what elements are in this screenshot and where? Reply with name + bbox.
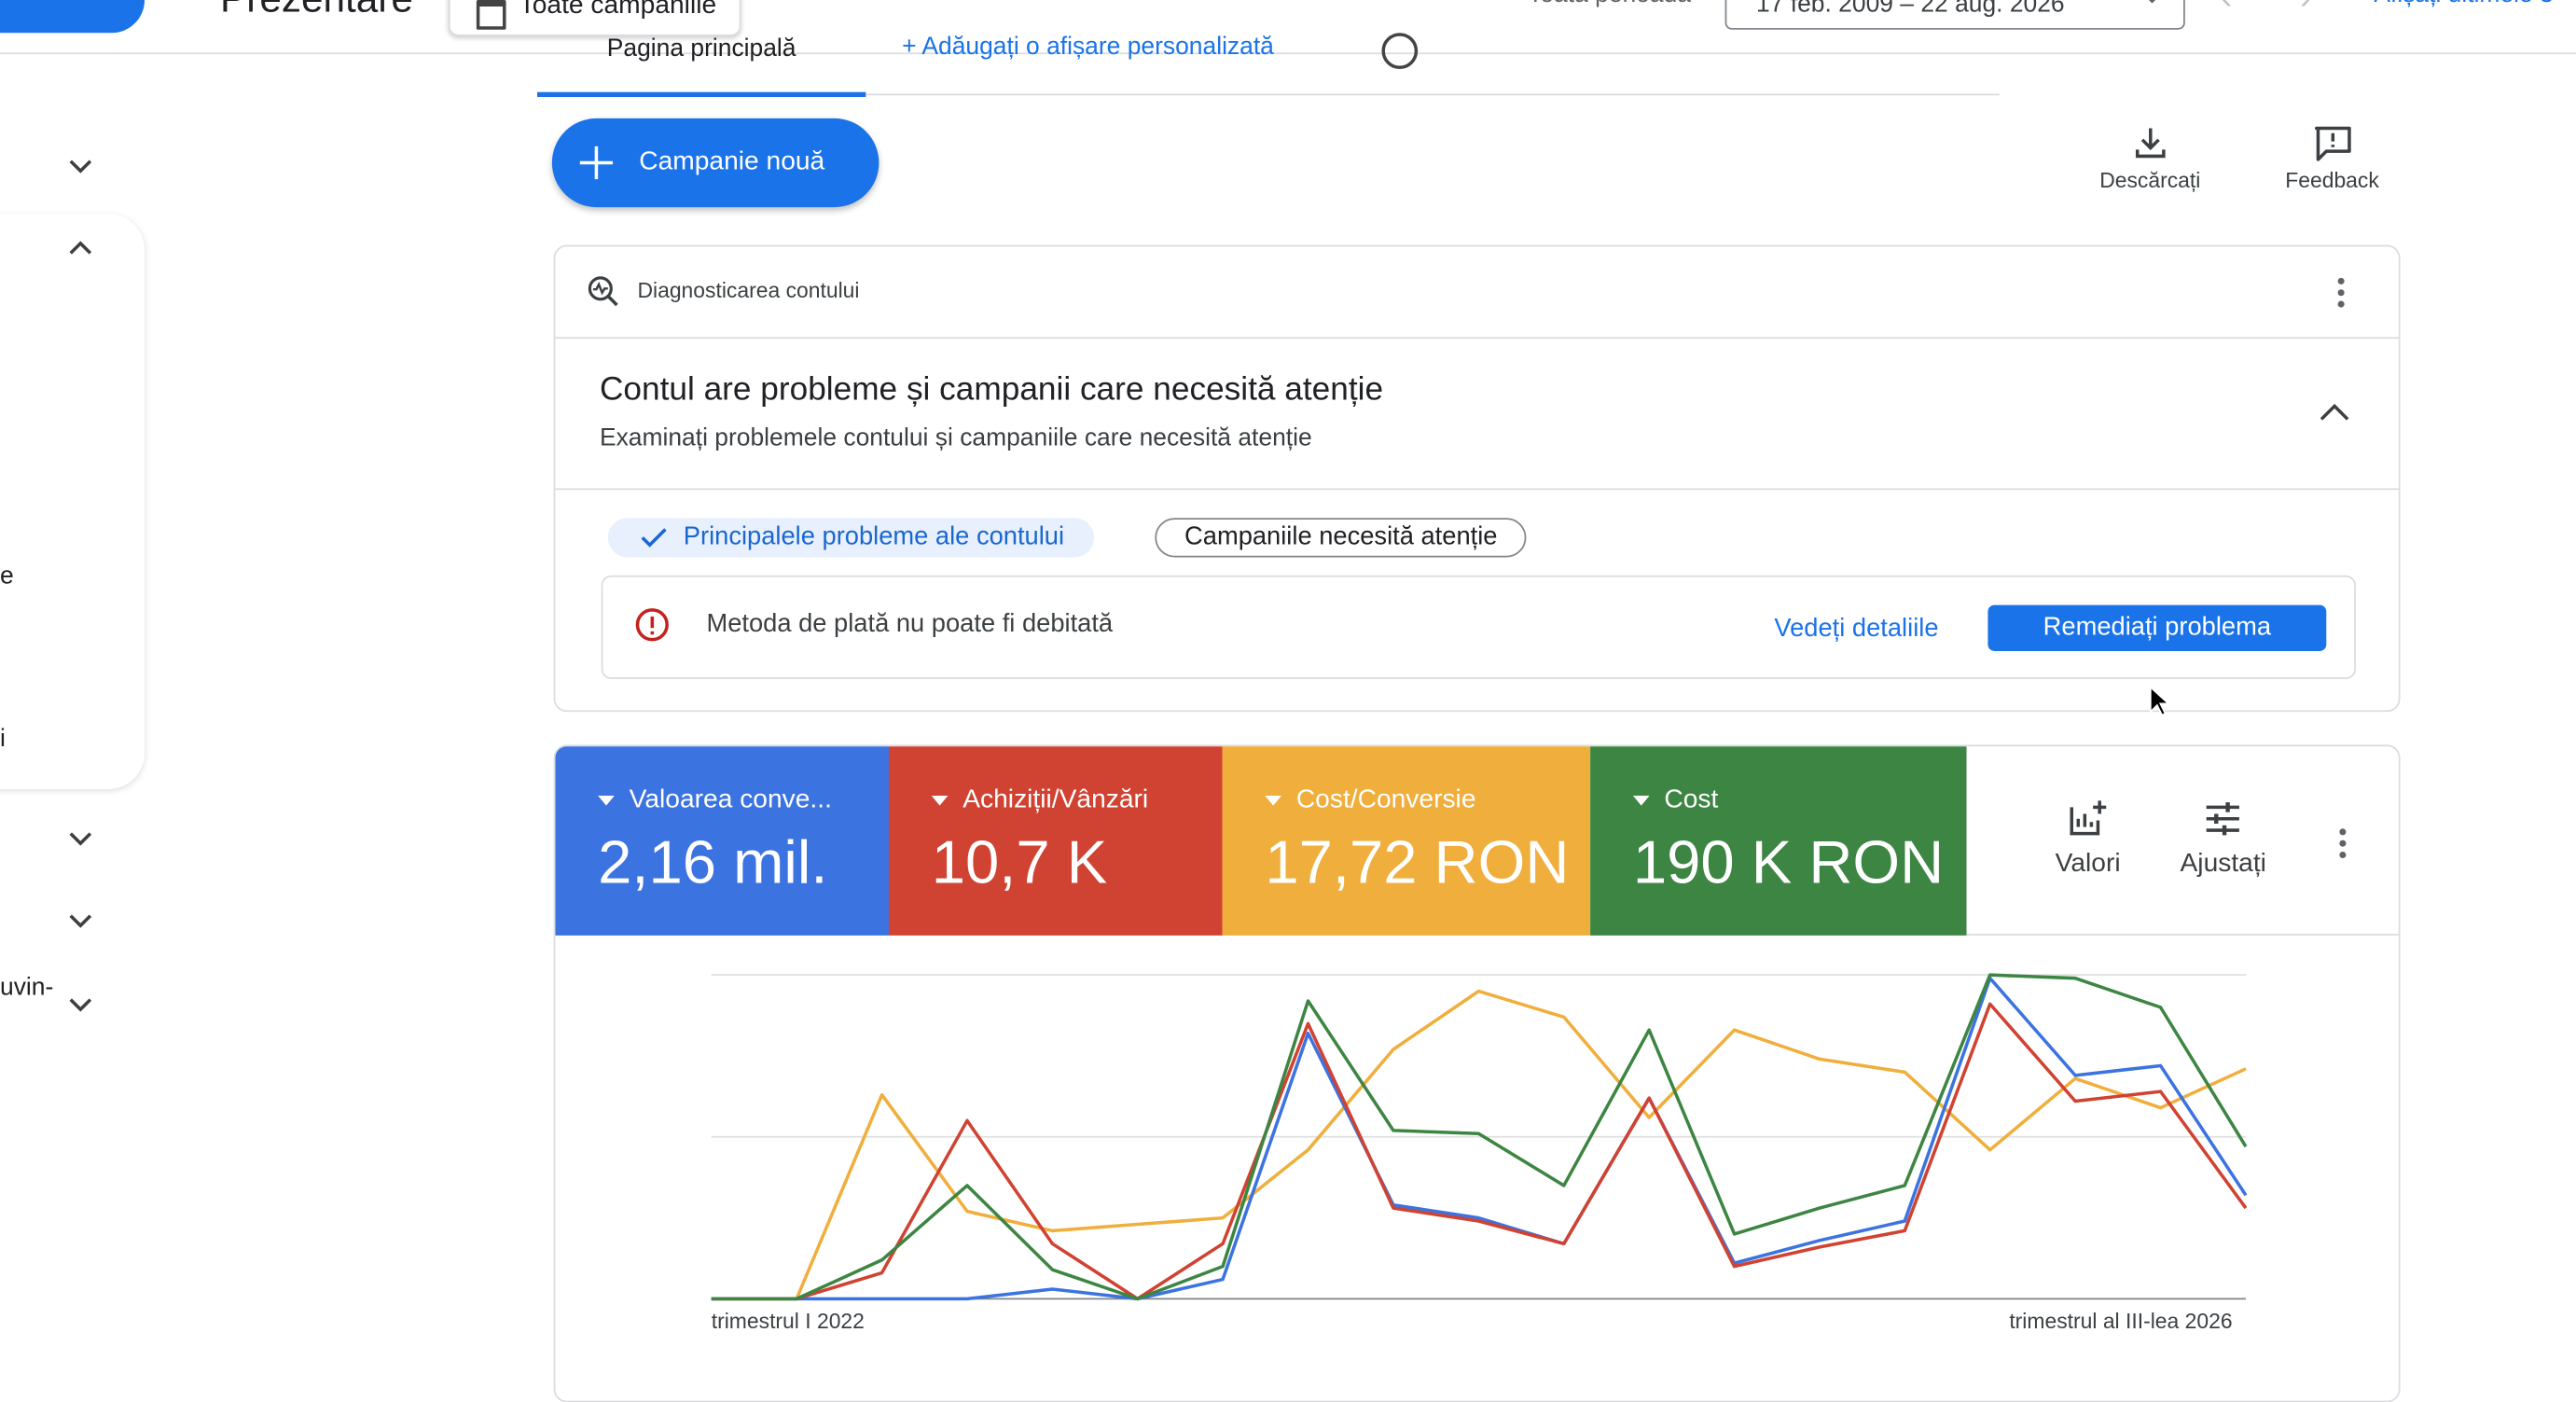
diagnostics-card: Diagnosticarea contului Contul are probl… — [553, 244, 2401, 713]
issue-text: Metoda de plată nu poate fi debitată — [706, 609, 1114, 638]
tab-main[interactable]: Pagina principală — [537, 33, 866, 97]
metric-value: 10,7 K — [931, 828, 1108, 896]
chevron-right-icon[interactable]: › — [2300, 0, 2311, 18]
chart-add-icon — [2070, 800, 2106, 836]
feedback-button[interactable]: Feedback — [2285, 125, 2379, 192]
chevron-left-icon[interactable]: ‹ — [2222, 0, 2233, 18]
date-range-selector[interactable]: 17 feb. 2009 – 22 aug. 2026 — [1724, 0, 2185, 30]
tab-bar: Pagina principală + Adăugați o afișare p… — [537, 33, 2000, 97]
adjust-button[interactable]: Ajustați — [2181, 799, 2266, 880]
fix-problem-button[interactable]: Remediați problema — [1987, 604, 2327, 651]
metric-tile-purchases[interactable]: Achiziții/Vânzări 10,7 K — [888, 746, 1223, 936]
chevron-down-icon[interactable] — [69, 993, 92, 1017]
metric-value: 190 K RON — [1632, 828, 1945, 896]
metric-tile-cost-per-conversion[interactable]: Cost/Conversie 17,72 RON — [1222, 746, 1591, 936]
metric-label: Cost/Conversie — [1265, 785, 1476, 815]
plus-icon — [579, 146, 614, 180]
show-last-link[interactable]: Afișați ultimele 3 — [2374, 0, 2553, 8]
series-line-conversion-value — [711, 976, 2248, 1301]
new-campaign-button[interactable]: Campanie nouă — [551, 118, 879, 208]
metric-label: Valoarea conve... — [598, 785, 832, 815]
series-line-cost-per-conversion — [711, 989, 2247, 1301]
check-icon — [641, 528, 667, 548]
campaign-selector[interactable]: Toate campaniile — [448, 0, 741, 36]
chip-campaigns-attention-label: Campaniile necesită atenție — [1184, 522, 1498, 551]
metric-value: 17,72 RON — [1265, 828, 1570, 896]
metrics-values-label: Valori — [2055, 850, 2121, 879]
chip-account-issues[interactable]: Principalele probleme ale contului — [607, 518, 1094, 558]
chevron-up-icon[interactable] — [69, 237, 92, 260]
metric-label: Cost — [1633, 785, 1718, 815]
issue-row: Metoda de plată nu poate fi debitată Ved… — [601, 575, 2356, 679]
metric-label: Achiziții/Vânzări — [932, 785, 1148, 815]
nav-item-fragment[interactable]: i — [0, 725, 6, 753]
campaign-selector-label: Toate campaniile — [519, 0, 717, 21]
chevron-down-icon[interactable] — [69, 909, 92, 933]
metric-tile-conversion-value[interactable]: Valoarea conve... 2,16 mil. — [555, 746, 889, 936]
chevron-down-icon — [2143, 0, 2161, 4]
building-icon — [476, 0, 506, 30]
metric-tile-cost[interactable]: Cost 190 K RON — [1590, 746, 1967, 936]
nav-panel — [0, 214, 145, 789]
diagnostics-header: Diagnosticarea contului — [555, 246, 2399, 340]
metric-value: 2,16 mil. — [598, 828, 828, 896]
page-title: Prezentare — [220, 0, 413, 23]
diagnostics-title: Diagnosticarea contului — [637, 277, 860, 303]
create-button[interactable] — [0, 0, 145, 34]
period-label: Toată perioada — [1528, 0, 1691, 8]
download-icon — [2135, 128, 2166, 159]
stage: Prezentare Toate campaniile Toată perioa… — [0, 0, 2576, 1402]
issues-section: Contul are probleme și campanii care nec… — [555, 339, 2399, 491]
alert-icon — [635, 608, 669, 642]
chevron-down-icon[interactable] — [69, 155, 92, 178]
adjust-label: Ajustați — [2180, 850, 2266, 879]
chevron-down-icon[interactable] — [69, 827, 92, 851]
tune-icon — [2207, 802, 2240, 836]
performance-card: Valoarea conve... 2,16 mil. Achiziții/Vâ… — [553, 744, 2401, 1402]
x-axis-label-start: trimestrul I 2022 — [711, 1308, 865, 1334]
metrics-values-button[interactable]: Valori — [2056, 799, 2121, 880]
chevron-up-icon[interactable] — [2320, 401, 2349, 421]
diagnostics-icon — [588, 276, 618, 307]
more-options-icon[interactable] — [2339, 828, 2347, 863]
issues-heading: Contul are probleme și campanii care nec… — [599, 371, 1384, 409]
series-line-purchases — [711, 1002, 2248, 1301]
download-label: Descărcați — [2099, 167, 2201, 193]
feedback-icon — [2314, 126, 2350, 161]
date-range-value: 17 feb. 2009 – 22 aug. 2026 — [1756, 0, 2065, 18]
issues-subheading: Examinați problemele contului și campani… — [599, 423, 1312, 452]
nav-item-fragment[interactable]: e — [0, 562, 14, 590]
nav-item-fragment[interactable]: uvin- — [0, 973, 53, 1001]
tab-add-custom-view[interactable]: + Adăugați o afișare personalizată — [902, 33, 1274, 61]
view-details-link[interactable]: Vedeți detaliile — [1774, 615, 1938, 645]
download-button[interactable]: Descărcați — [2099, 125, 2200, 192]
chip-account-issues-label: Principalele probleme ale contului — [683, 522, 1065, 551]
chip-campaigns-attention[interactable]: Campaniile necesită atenție — [1155, 518, 1528, 558]
feedback-label: Feedback — [2285, 167, 2379, 193]
x-axis-label-end: trimestrul al III-lea 2026 — [2009, 1308, 2233, 1334]
new-campaign-label: Campanie nouă — [639, 147, 825, 176]
mouse-cursor-icon — [2149, 685, 2171, 716]
more-options-icon[interactable] — [2337, 277, 2345, 312]
help-icon[interactable] — [1381, 33, 1419, 70]
